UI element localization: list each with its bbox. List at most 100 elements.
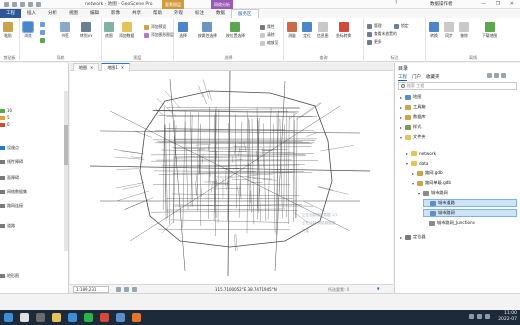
redo-icon[interactable] <box>36 2 41 7</box>
zoom-out-button[interactable] <box>40 30 45 35</box>
geoscene-pro-icon[interactable] <box>116 313 125 322</box>
undo-icon[interactable] <box>28 2 33 7</box>
lock-button[interactable]: 锁定 <box>394 23 409 29</box>
contents-layer-row[interactable]: 地形图 <box>0 273 19 279</box>
view-unplaced-button[interactable]: 查看未放置的 <box>367 31 397 37</box>
remove-button[interactable]: 移除 <box>459 22 469 39</box>
catalog-tree-item[interactable]: ▸ 地图 <box>399 93 517 101</box>
catalog-tree-item[interactable]: 城市路网 <box>423 209 517 217</box>
contents-layer-row[interactable]: 0 <box>0 122 10 127</box>
expand-arrow-icon[interactable]: ▸ <box>399 125 403 130</box>
catalog-tree-item[interactable]: ▸ 工具箱 <box>399 103 517 111</box>
catalog-tree-item[interactable]: 城市道路 <box>423 199 517 207</box>
goto-xy-button[interactable]: 转到XY <box>80 22 93 39</box>
constraints-icon[interactable] <box>132 287 137 292</box>
catalog-tree-item[interactable]: ▾ 城市路网 <box>417 189 517 197</box>
snapping-icon[interactable] <box>116 287 121 292</box>
tab-imagery[interactable]: 影像 <box>105 9 126 18</box>
add-graphics-layer-button[interactable]: 添加图形图层 <box>144 32 174 38</box>
context-tab-network-analysis[interactable]: 网络分析 <box>211 0 233 9</box>
tab-labeling[interactable]: 标注 <box>189 9 210 18</box>
tab-map1[interactable]: 地图1 × <box>101 63 131 71</box>
contents-layer-row[interactable]: 10 <box>0 108 12 113</box>
sync-button[interactable]: 同步 <box>444 22 454 39</box>
contents-layer-row[interactable]: 道路 <box>0 223 15 229</box>
add-preset-button[interactable]: 添加预设 <box>144 24 166 30</box>
start-icon[interactable] <box>4 313 13 322</box>
close-icon[interactable]: × <box>121 65 124 70</box>
catalog-tree-item[interactable]: ▸ 数据库 <box>399 113 517 121</box>
tab-insert[interactable]: 插入 <box>21 9 42 18</box>
contents-layer-row[interactable]: 面障碍 <box>0 175 19 181</box>
catalog-tree-item[interactable]: ▸ network <box>405 149 517 157</box>
select-by-location-button[interactable]: 按位置选择 <box>226 22 245 39</box>
user-account[interactable]: 数据操作者 <box>430 1 453 7</box>
edge-icon[interactable] <box>68 313 77 322</box>
more-button[interactable]: 更多 <box>367 39 382 45</box>
bookmarks-button[interactable]: 书签 <box>60 22 70 39</box>
attributes-button[interactable]: 属性 <box>260 24 275 30</box>
wechat-icon[interactable] <box>84 313 93 322</box>
tab-project[interactable]: 工程 <box>0 9 21 18</box>
expand-arrow-icon[interactable]: ▸ <box>411 171 415 176</box>
contents-scroll-thumb[interactable] <box>64 125 68 165</box>
volume-icon[interactable] <box>477 314 482 319</box>
tab-data[interactable]: 数据 <box>210 9 231 18</box>
options-icon[interactable] <box>494 73 499 78</box>
tab-map[interactable]: 地图 × <box>73 63 100 71</box>
catalog-search-input[interactable]: 搜索 工程 <box>398 82 517 90</box>
catalog-tree-item[interactable]: 城市路网_Junctions <box>423 219 517 227</box>
contents-scrollbar[interactable] <box>64 91 68 251</box>
catalog-tab-portal[interactable]: 门户 <box>412 74 421 81</box>
catalog-tree-item[interactable]: ▾ 文件夹 <box>399 133 517 141</box>
scale-selector[interactable]: 1:189,231 <box>73 286 109 293</box>
open-icon[interactable] <box>12 2 17 7</box>
convert-button[interactable]: 转换 <box>429 22 439 39</box>
catalog-tab-favorites[interactable]: 收藏夹 <box>426 74 440 81</box>
catalog-tree-item[interactable]: ▾ data <box>405 159 517 167</box>
zoom-to-button[interactable]: 缩放至 <box>260 40 278 46</box>
context-tab-feature-layer[interactable]: 要素图层 <box>162 0 184 9</box>
contents-layer-row[interactable]: 5 <box>0 115 10 120</box>
expand-arrow-icon[interactable]: ▸ <box>405 151 409 156</box>
tab-analysis[interactable]: 分析 <box>42 9 63 18</box>
close-icon[interactable]: × <box>90 65 93 70</box>
select-by-attributes-button[interactable]: 按属性选择 <box>198 22 217 39</box>
tab-service-area[interactable]: 服务区 <box>231 8 259 19</box>
expand-arrow-icon[interactable]: ▾ <box>411 181 415 186</box>
expand-arrow-icon[interactable]: ▾ <box>399 135 403 140</box>
pause-drawing-button[interactable]: ⏸ <box>377 286 380 292</box>
explore-button[interactable]: 浏览 <box>22 21 34 39</box>
help-button[interactable]: ? <box>395 1 397 6</box>
basemap-button[interactable]: 底图 <box>104 22 114 39</box>
app-icon[interactable] <box>100 313 109 322</box>
contents-layer-row[interactable]: 设施点 <box>0 145 19 151</box>
manage-button[interactable]: 管理 <box>367 23 382 29</box>
file-explorer-icon[interactable] <box>52 313 61 322</box>
refresh-icon[interactable] <box>487 73 492 78</box>
catalog-tree-item[interactable]: ▾ 路网单级.gdb <box>411 179 517 187</box>
new-project-icon[interactable] <box>4 2 9 7</box>
search-icon[interactable] <box>20 313 29 322</box>
catalog-tree-item[interactable]: ▸ 定位器 <box>399 233 517 241</box>
expand-arrow-icon[interactable]: ▾ <box>417 191 421 196</box>
contents-layer-row[interactable]: 线性障碍 <box>0 159 23 165</box>
tab-edit[interactable]: 编辑 <box>84 9 105 18</box>
clear-button[interactable]: 清除 <box>260 32 275 38</box>
select-button[interactable]: 选择 <box>178 22 188 39</box>
tab-view[interactable]: 视图 <box>63 9 84 18</box>
locate-button[interactable]: 定位 <box>302 22 312 39</box>
full-extent-button[interactable] <box>40 38 45 43</box>
expand-arrow-icon[interactable]: ▸ <box>399 235 403 240</box>
catalog-tab-project[interactable]: 工程 <box>398 74 407 81</box>
contents-layer-row[interactable]: 路网连接 <box>0 203 23 209</box>
save-icon[interactable] <box>20 2 25 7</box>
map-canvas[interactable] <box>70 71 393 283</box>
coordinate-conversion-button[interactable]: 坐标转换 <box>336 22 351 39</box>
zoom-in-button[interactable] <box>40 22 45 27</box>
clock[interactable]: 11:00 2022-07 <box>498 311 517 323</box>
paste-button[interactable]: 粘贴 <box>3 22 13 39</box>
tab-help[interactable]: 帮助 <box>147 9 168 18</box>
download-map-button[interactable]: 下载地图 <box>482 22 497 39</box>
expand-arrow-icon[interactable]: ▸ <box>399 115 403 120</box>
